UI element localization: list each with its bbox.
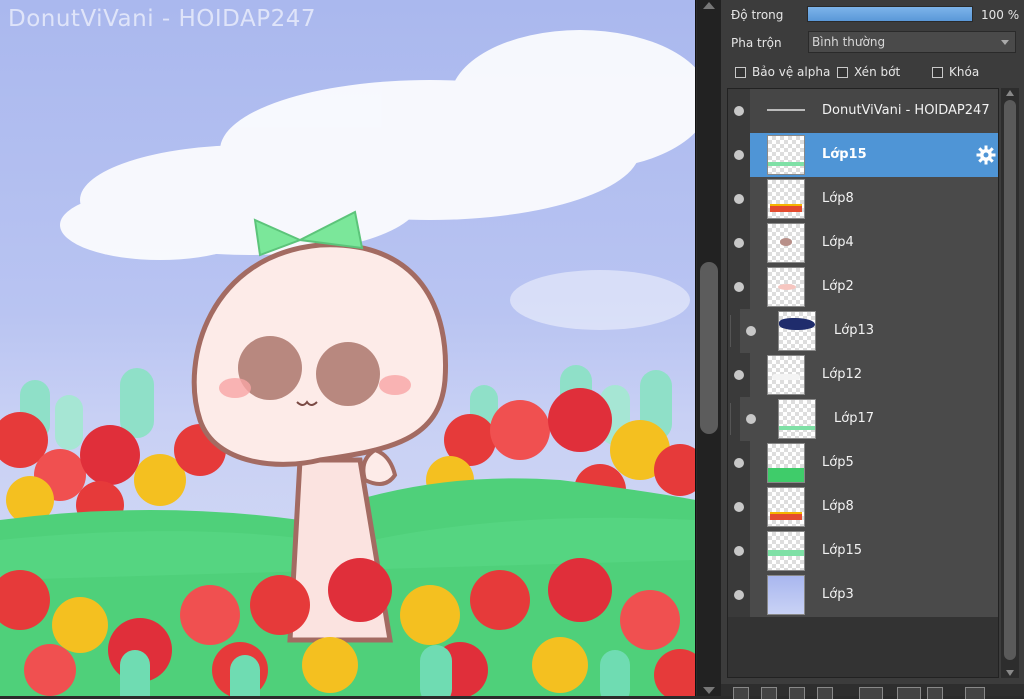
layer-name: Lớp3 xyxy=(822,587,854,602)
opacity-label: Độ trong xyxy=(731,8,784,22)
visibility-eye-icon[interactable] xyxy=(734,106,744,116)
gear-icon[interactable] xyxy=(976,145,996,165)
layer-thumbnail xyxy=(767,267,805,307)
layer-toolbar xyxy=(721,684,1024,699)
layer-item-clipped[interactable]: Lớp13 xyxy=(728,309,998,353)
layer-thumbnail xyxy=(778,399,816,439)
layers-scrollbar[interactable] xyxy=(1001,88,1019,678)
visibility-eye-icon[interactable] xyxy=(734,590,744,600)
lock-checkbox[interactable]: Khóa xyxy=(932,64,979,80)
clipping-indicator xyxy=(730,403,739,435)
visibility-eye-icon[interactable] xyxy=(734,546,744,556)
lock-label: Khóa xyxy=(949,65,980,79)
layer-thumbnail xyxy=(767,487,805,527)
layer-name: Lớp17 xyxy=(834,411,874,426)
opacity-value: 100 % xyxy=(981,8,1020,22)
visibility-eye-icon[interactable] xyxy=(746,326,756,336)
checkbox-box[interactable] xyxy=(837,66,848,78)
layer-thumbnail xyxy=(767,223,805,263)
visibility-eye-icon[interactable] xyxy=(734,502,744,512)
layer-item[interactable]: Lớp12 xyxy=(728,353,998,397)
blend-label: Pha trộn xyxy=(731,36,782,50)
clipping-indicator xyxy=(730,315,739,347)
scrollbar-thumb[interactable] xyxy=(1004,100,1016,660)
protect-alpha-checkbox[interactable]: Bảo vệ alpha xyxy=(735,64,830,80)
visibility-eye-icon[interactable] xyxy=(734,150,744,160)
layer-thumbnail xyxy=(767,355,805,395)
clear-layer-icon[interactable] xyxy=(927,687,943,699)
layer-item-clipped[interactable]: Lớp17 xyxy=(728,397,998,441)
layers-list: DonutViVani - HOIDAP247 Lớp15 Lớp8 Lớp4 … xyxy=(727,88,999,678)
layer-mask-icon[interactable] xyxy=(897,687,921,699)
visibility-eye-icon[interactable] xyxy=(734,370,744,380)
clipping-label: Xén bớt xyxy=(854,65,901,79)
drawing-canvas[interactable]: DonutViVani - HOIDAP247 xyxy=(0,0,696,696)
scroll-down-icon[interactable] xyxy=(1006,670,1014,676)
scrollbar-thumb[interactable] xyxy=(700,262,718,434)
layer-item[interactable]: Lớp4 xyxy=(728,221,998,265)
watermark-text: DonutViVani - HOIDAP247 xyxy=(8,6,316,32)
protect-alpha-label: Bảo vệ alpha xyxy=(752,65,831,79)
checkbox-box[interactable] xyxy=(932,66,943,78)
layer-thumbnail xyxy=(767,531,805,571)
text-layer-thumbnail xyxy=(767,109,805,111)
layer-name: Lớp12 xyxy=(822,367,862,382)
layer-panel: Độ trong 100 % Pha trộn Bình thường Bảo … xyxy=(721,0,1024,699)
layer-item-selected[interactable]: Lớp15 xyxy=(728,133,998,177)
chevron-down-icon xyxy=(1001,40,1009,45)
visibility-eye-icon[interactable] xyxy=(734,458,744,468)
clipping-checkbox[interactable]: Xén bớt xyxy=(837,64,900,80)
layer-thumbnail xyxy=(767,575,805,615)
layer-name: Lớp4 xyxy=(822,235,854,250)
layer-name: Lớp2 xyxy=(822,279,854,294)
layer-item[interactable]: Lớp2 xyxy=(728,265,998,309)
new-layer-icon[interactable] xyxy=(733,687,749,699)
layer-thumbnail xyxy=(767,135,805,175)
merge-layer-icon[interactable] xyxy=(817,687,833,699)
visibility-eye-icon[interactable] xyxy=(746,414,756,424)
scroll-up-icon[interactable] xyxy=(1006,90,1014,96)
duplicate-layer-icon[interactable] xyxy=(789,687,805,699)
checkbox-box[interactable] xyxy=(735,66,746,78)
layer-name: DonutViVani - HOIDAP247 xyxy=(822,103,990,118)
blend-mode-select[interactable]: Bình thường xyxy=(808,31,1016,53)
layer-item[interactable]: Lớp8 xyxy=(728,177,998,221)
blend-mode-value: Bình thường xyxy=(812,35,886,49)
layer-name: Lớp5 xyxy=(822,455,854,470)
layer-item[interactable]: Lớp8 xyxy=(728,485,998,529)
scroll-up-icon[interactable] xyxy=(703,2,715,9)
layer-name: Lớp13 xyxy=(834,323,874,338)
delete-layer-icon[interactable] xyxy=(965,687,985,699)
layer-thumbnail xyxy=(778,311,816,351)
visibility-eye-icon[interactable] xyxy=(734,282,744,292)
layer-name: Lớp15 xyxy=(822,147,867,162)
layer-settings-icon[interactable] xyxy=(859,687,883,699)
layer-name: Lớp8 xyxy=(822,191,854,206)
artwork xyxy=(0,30,695,696)
layer-item[interactable]: DonutViVani - HOIDAP247 xyxy=(728,89,998,133)
new-folder-icon[interactable] xyxy=(761,687,777,699)
layer-thumbnail xyxy=(767,179,805,219)
visibility-eye-icon[interactable] xyxy=(734,194,744,204)
canvas-vertical-scrollbar[interactable] xyxy=(697,0,721,696)
opacity-slider[interactable] xyxy=(807,6,973,22)
layer-thumbnail xyxy=(767,443,805,483)
layer-item[interactable]: Lớp15 xyxy=(728,529,998,573)
layer-name: Lớp15 xyxy=(822,543,862,558)
scroll-down-icon[interactable] xyxy=(703,687,715,694)
layer-item[interactable]: Lớp5 xyxy=(728,441,998,485)
visibility-eye-icon[interactable] xyxy=(734,238,744,248)
layer-item[interactable]: Lớp3 xyxy=(728,573,998,617)
layer-name: Lớp8 xyxy=(822,499,854,514)
